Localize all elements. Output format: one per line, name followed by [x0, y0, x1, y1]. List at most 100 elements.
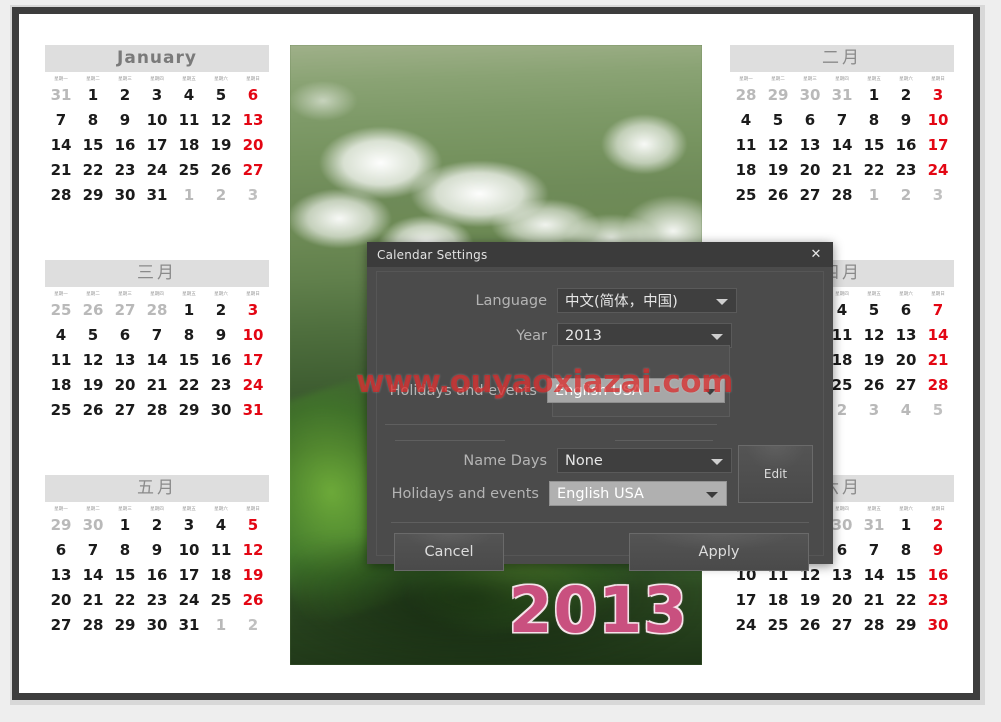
week-row: 4 5 6 7 8 9 10: [45, 322, 269, 347]
day-cell: 3: [183, 515, 195, 534]
day-cell: 24: [178, 590, 200, 609]
day-cell: 17: [146, 135, 168, 154]
month-title: 二月: [730, 45, 954, 72]
month-title: January: [45, 45, 269, 72]
holidays-events-select-bottom[interactable]: English USA: [549, 481, 727, 506]
cancel-button-label: Cancel: [424, 544, 474, 560]
weekday-header: 星期四: [150, 506, 164, 512]
weekday-header: 星期日: [246, 506, 260, 512]
weekday-header: 星期六: [899, 76, 913, 82]
day-cell: 19: [767, 160, 789, 179]
month-block: January 星期一 星期二 星期三 星期四 星期五 星期六 星期日 31 1 2 3 4 5 6 7 8 9 1…: [45, 45, 269, 207]
edit-button[interactable]: Edit: [738, 445, 813, 503]
close-icon[interactable]: ✕: [805, 245, 827, 265]
month-title: 五月: [45, 475, 269, 502]
day-cell: 16: [210, 350, 232, 369]
chevron-down-icon: [716, 298, 728, 305]
divider-2: [395, 440, 505, 441]
weekday-header: 星期一: [739, 76, 753, 82]
day-cell: 18: [767, 590, 789, 609]
week-row: 18 19 20 21 22 23 24: [45, 372, 269, 397]
cancel-button[interactable]: Cancel: [394, 533, 504, 571]
day-cell: 4: [900, 400, 912, 419]
day-cell: 24: [146, 160, 168, 179]
day-cell: 28: [863, 615, 885, 634]
week-row: 20 21 22 23 24 25 26: [45, 587, 269, 612]
day-cell: 15: [82, 135, 104, 154]
week-row: 24 25 26 27 28 29 30: [730, 612, 954, 637]
day-cell: 8: [183, 325, 195, 344]
day-cell: 7: [868, 540, 880, 559]
chevron-down-icon: [711, 458, 723, 465]
day-cell: 18: [50, 375, 72, 394]
day-cell: 28: [146, 300, 168, 319]
day-cell: 26: [863, 375, 885, 394]
day-cell: 11: [50, 350, 72, 369]
day-cell: 31: [146, 185, 168, 204]
divider-footer: [391, 522, 809, 523]
weekday-header: 星期五: [182, 506, 196, 512]
weekday-header: 星期二: [86, 506, 100, 512]
day-cell: 27: [895, 375, 917, 394]
month-block: 三月 星期一 星期二 星期三 星期四 星期五 星期六 星期日 25 26 27 28 1 2 3 4 5 6 7 8 9…: [45, 260, 269, 422]
day-cell: 9: [900, 110, 912, 129]
day-cell: 14: [863, 565, 885, 584]
day-cell: 4: [740, 110, 752, 129]
day-cell: 24: [242, 375, 264, 394]
day-cell: 1: [183, 185, 195, 204]
language-label: Language: [475, 292, 547, 309]
day-cell: 1: [183, 300, 195, 319]
day-cell: 16: [114, 135, 136, 154]
day-cell: 20: [895, 350, 917, 369]
day-cell: 27: [799, 185, 821, 204]
day-cell: 28: [82, 615, 104, 634]
day-cell: 23: [927, 590, 949, 609]
day-cell: 9: [119, 110, 131, 129]
day-cell: 7: [87, 540, 99, 559]
weekday-header-row: 星期一 星期二 星期三 星期四 星期五 星期六 星期日: [45, 505, 269, 512]
day-cell: 11: [735, 135, 757, 154]
holidays-events-select-top[interactable]: English USA: [547, 378, 725, 403]
day-cell: 2: [215, 300, 227, 319]
day-cell: 30: [927, 615, 949, 634]
day-cell: 3: [247, 300, 259, 319]
day-cell: 28: [146, 400, 168, 419]
day-cell: 31: [242, 400, 264, 419]
week-row: 25 26 27 28 1 2 3: [45, 297, 269, 322]
week-row: 25 26 27 28 1 2 3: [730, 182, 954, 207]
name-days-select[interactable]: None: [557, 448, 732, 473]
day-cell: 18: [735, 160, 757, 179]
day-cell: 19: [863, 350, 885, 369]
day-cell: 23: [895, 160, 917, 179]
day-cell: 26: [82, 400, 104, 419]
day-cell: 9: [932, 540, 944, 559]
day-cell: 5: [87, 325, 99, 344]
day-cell: 3: [932, 185, 944, 204]
day-cell: 2: [215, 185, 227, 204]
weekday-header: 星期一: [54, 506, 68, 512]
weekday-header: 星期日: [931, 291, 945, 297]
language-select[interactable]: 中文(简体，中国): [557, 288, 737, 313]
weekday-header: 星期二: [86, 76, 100, 82]
day-cell: 7: [836, 110, 848, 129]
day-cell: 1: [119, 515, 131, 534]
day-cell: 10: [178, 540, 200, 559]
day-cell: 30: [114, 185, 136, 204]
apply-button[interactable]: Apply: [629, 533, 809, 571]
day-cell: 25: [735, 185, 757, 204]
week-row: 27 28 29 30 31 1 2: [45, 612, 269, 637]
day-cell: 10: [927, 110, 949, 129]
calendar-page: January 星期一 星期二 星期三 星期四 星期五 星期六 星期日 31 1 2 3 4 5 6 7 8 9 1…: [19, 14, 973, 693]
day-cell: 23: [114, 160, 136, 179]
day-cell: 22: [895, 590, 917, 609]
day-cell: 13: [799, 135, 821, 154]
day-cell: 28: [927, 375, 949, 394]
day-cell: 5: [247, 515, 259, 534]
chevron-down-icon: [704, 388, 716, 395]
day-cell: 9: [151, 540, 163, 559]
day-cell: 25: [178, 160, 200, 179]
day-cell: 27: [831, 615, 853, 634]
day-cell: 20: [242, 135, 264, 154]
day-cell: 20: [50, 590, 72, 609]
day-cell: 27: [114, 400, 136, 419]
